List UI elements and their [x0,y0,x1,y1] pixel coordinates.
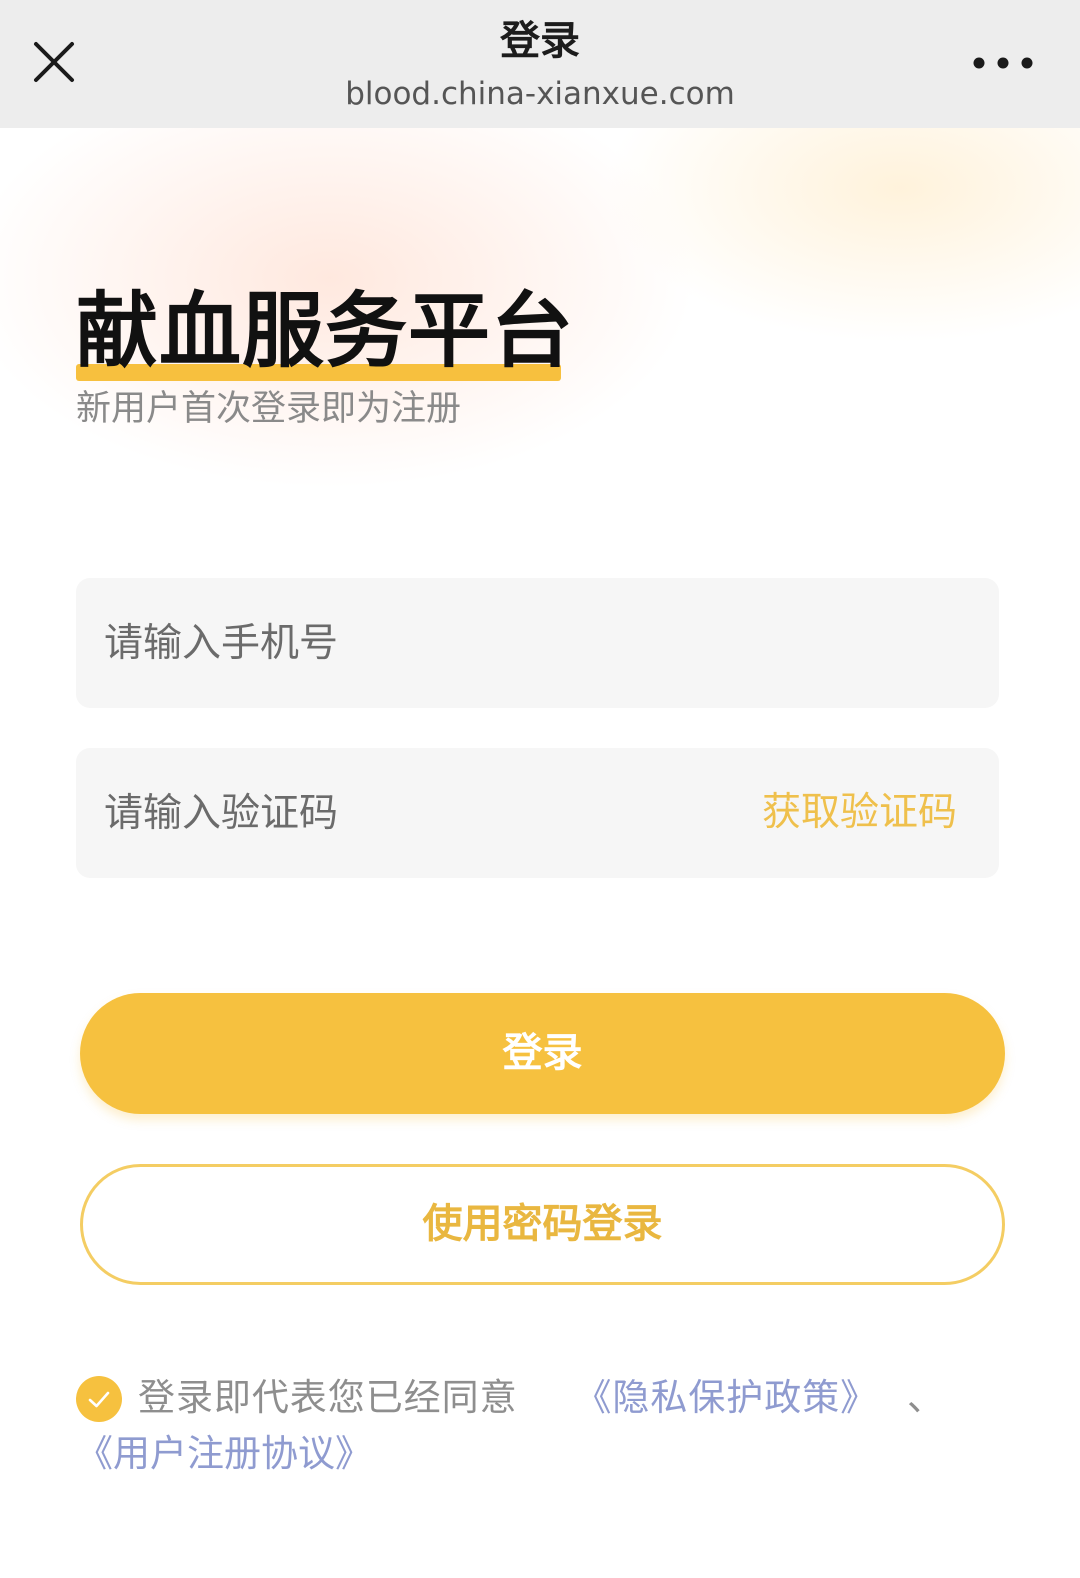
phone-input[interactable] [76,578,999,708]
navigation-bar: 登录 blood.china-xianxue.com [0,0,1080,128]
privacy-policy-link[interactable]: 《隐私保护政策》 [574,1376,879,1419]
phone-field [76,578,999,708]
page-title: 登录 [500,18,580,64]
more-horizontal-icon[interactable] [966,46,1040,80]
agreement-text: 登录即代表您已经同意 《隐私保护政策》 、《用户注册协议》 [76,1370,1001,1482]
login-button[interactable]: 登录 [80,993,1005,1114]
page-url: blood.china-xianxue.com [345,76,735,112]
agreement-separator: 、 [906,1376,946,1419]
agreement-prefix: 登录即代表您已经同意 [138,1376,518,1419]
platform-subtitle: 新用户首次登录即为注册 [76,389,462,429]
get-code-button[interactable]: 获取验证码 [762,748,957,878]
login-page: 登录 blood.china-xianxue.com 献血服务平台 新用户首次登… [0,0,1080,1578]
verification-code-field: 获取验证码 [76,748,999,878]
password-login-button[interactable]: 使用密码登录 [80,1164,1005,1285]
platform-title: 献血服务平台 [76,284,575,379]
user-agreement-link[interactable]: 《用户注册协议》 [76,1432,372,1475]
